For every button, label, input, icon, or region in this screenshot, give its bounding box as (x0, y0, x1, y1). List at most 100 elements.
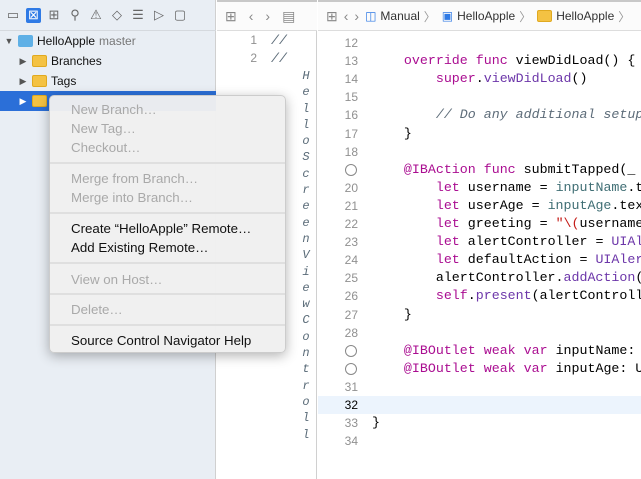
disclosure-icon[interactable]: ▶ (18, 56, 28, 67)
breadcrumb-item[interactable]: ▣ HelloApple 〉 (442, 8, 531, 25)
sidebar-item-branches[interactable]: ▶ Branches (0, 51, 216, 71)
breakpoint-icon[interactable]: ▷ (150, 6, 168, 24)
code-token: inputAge: U (547, 360, 641, 376)
code-token: var (523, 360, 548, 376)
repo-row[interactable]: ▼ HelloApple master (0, 31, 216, 51)
code-text: // Do any additional setup (372, 106, 641, 124)
line-number: 31 (344, 379, 358, 394)
code-token: @IBOutlet (403, 360, 476, 376)
code-text: let greeting = "\(username (372, 215, 641, 233)
xcodeproj-icon: ▣ (441, 9, 454, 23)
code-token: username (579, 216, 641, 231)
code-token: submitTapped(_ (515, 161, 636, 177)
sidebar-item-tags[interactable]: ▶ Tags (0, 71, 216, 91)
wrapped-comment-text: HelloScreenViewControll (300, 68, 312, 443)
document-icon[interactable]: ▤ (282, 8, 295, 25)
code-token: func (475, 53, 508, 69)
code-line[interactable]: 23 let alertController = UIAl (318, 233, 641, 251)
outlet-connection-icon[interactable] (345, 163, 357, 176)
line-number: 13 (344, 54, 358, 69)
code-line[interactable]: 14 super.viewDidLoad() (318, 70, 641, 88)
code-line[interactable]: 22 let greeting = "\(username (318, 215, 641, 233)
breadcrumb-label: Manual (380, 9, 420, 23)
code-token: viewDidLoad (483, 71, 572, 87)
folder-icon[interactable]: ▭ (4, 6, 22, 24)
secondary-code[interactable]: 1 // 2 // (217, 33, 317, 69)
code-token: let (435, 216, 460, 231)
code-token: override (403, 53, 468, 69)
report-icon[interactable]: ▢ (171, 6, 189, 24)
code-line[interactable]: 27 } (318, 306, 641, 324)
code-line[interactable]: 17 } (318, 125, 641, 143)
search-icon[interactable]: ⚲ (66, 6, 84, 24)
code-line[interactable]: 12 (318, 34, 641, 52)
disclosure-icon[interactable]: ▶ (18, 76, 28, 87)
code-text: super.viewDidLoad() (372, 70, 588, 88)
menu-item-help[interactable]: Source Control Navigator Help (71, 331, 251, 350)
back-icon[interactable]: ‹ (344, 8, 349, 24)
line-number: 22 (344, 217, 358, 231)
line-number: 24 (344, 253, 358, 268)
code-line[interactable]: 32 (318, 396, 641, 414)
code-token: weak (483, 360, 516, 376)
code-token: let (435, 197, 460, 213)
code-line[interactable]: 34 (318, 432, 641, 450)
code-line[interactable]: 21 let userAge = inputAge.tex (318, 197, 641, 215)
code-line[interactable]: 33} (318, 414, 641, 432)
wrapped-char: r (302, 183, 310, 198)
code-line: // (271, 51, 287, 66)
code-line[interactable]: 25 alertController.addAction( (318, 269, 641, 287)
code-line[interactable]: 13 override func viewDidLoad() { (318, 52, 641, 70)
line-number: 25 (344, 271, 358, 286)
code-line[interactable]: 26 self.present(alertControll (318, 287, 641, 305)
code-line[interactable]: 15 (318, 88, 641, 106)
code-line[interactable]: 31 (318, 378, 641, 396)
forward-icon[interactable]: › (265, 8, 270, 24)
breadcrumb-item[interactable]: HelloApple 〉 (537, 8, 630, 25)
disclosure-open-icon[interactable]: ▼ (4, 36, 14, 46)
code-line[interactable]: @IBOutlet weak var inputName: (318, 342, 641, 360)
debug-icon[interactable]: ☰ (129, 6, 147, 24)
code-line[interactable]: 28 (318, 324, 641, 342)
line-number: 27 (344, 307, 358, 322)
back-icon[interactable]: ‹ (249, 8, 254, 24)
outlet-connection-icon[interactable] (345, 362, 357, 375)
outlet-connection-icon[interactable] (345, 344, 357, 357)
related-items-icon[interactable]: ⊞ (326, 8, 338, 25)
code-line[interactable]: @IBOutlet weak var inputAge: U (318, 360, 641, 378)
menu-item-create-remote[interactable]: Create “HelloApple” Remote… (71, 219, 251, 238)
navigator-toolbar: ▭ ⊠ ⊞ ⚲ ⚠ ◇ ☰ ▷ ▢ (0, 0, 216, 31)
wrapped-char: l (302, 101, 310, 116)
code-token: UIAler (595, 252, 641, 268)
code-token: let (435, 252, 460, 268)
code-token: . (475, 71, 484, 87)
disclosure-icon[interactable]: ▶ (18, 96, 28, 107)
sidebar-item-label: Branches (51, 54, 102, 68)
line-number: 16 (344, 108, 358, 123)
wrapped-char: S (302, 150, 310, 165)
code-line[interactable]: 24 let defaultAction = UIAler (318, 251, 641, 269)
code-line[interactable]: 16 // Do any additional setup (318, 106, 641, 124)
code-token: inputName: (547, 342, 636, 358)
hierarchy-icon[interactable]: ⊞ (45, 6, 63, 24)
code-token: inputName (555, 179, 628, 195)
menu-item-add-existing-remote[interactable]: Add Existing Remote… (71, 238, 208, 257)
wrapped-char: C (302, 313, 310, 328)
forward-icon[interactable]: › (354, 8, 359, 24)
test-icon[interactable]: ◇ (108, 6, 126, 24)
related-items-icon[interactable]: ⊞ (225, 8, 237, 25)
code-line[interactable]: 18 (318, 143, 641, 161)
code-line[interactable]: 20 let username = inputName.t (318, 179, 641, 197)
wrapped-char: V (302, 248, 310, 263)
breadcrumb-item[interactable]: ◫ Manual 〉 (365, 8, 436, 25)
warning-icon[interactable]: ⚠ (87, 6, 105, 24)
source-control-icon[interactable]: ⊠ (26, 7, 41, 23)
wrapped-char: l (302, 411, 310, 426)
primary-editor: ⊞ ‹ › ◫ Manual 〉 ▣ HelloApple 〉 HelloApple 〉 … (318, 0, 641, 479)
code-line[interactable]: @IBAction func submitTapped(_ (318, 161, 641, 179)
